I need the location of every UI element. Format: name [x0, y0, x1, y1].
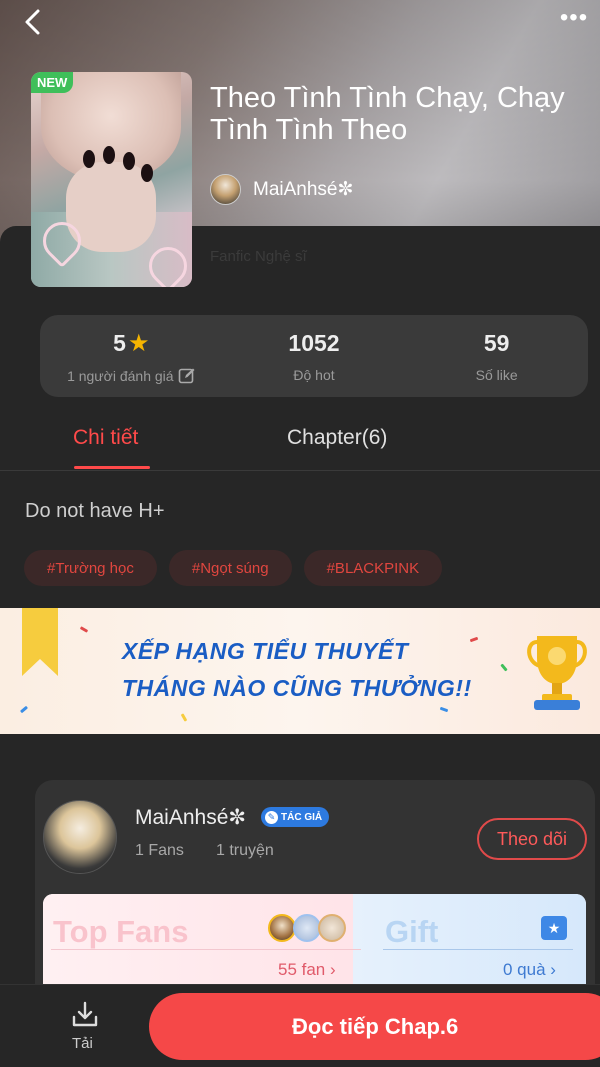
- rating-label: 1 người đánh giá: [67, 368, 174, 384]
- author-card-name[interactable]: MaiAnhsé✼: [135, 805, 246, 830]
- bottom-bar: Tải Đọc tiếp Chap.6: [0, 984, 600, 1067]
- follow-button[interactable]: Theo dõi: [477, 818, 587, 860]
- gift-icon: ★: [541, 916, 567, 940]
- tab-active-indicator: [74, 466, 150, 469]
- hot-label: Độ hot: [293, 367, 335, 383]
- author-avatar: [210, 173, 241, 205]
- tab-bar: Chi tiết Chapter(6): [0, 416, 600, 471]
- ribbon-icon: [22, 608, 58, 676]
- hot-stat: 1052 Độ hot: [223, 315, 406, 397]
- author-badge-label: TÁC GIẢ: [281, 811, 323, 823]
- fan-avatar: [318, 914, 346, 942]
- likes-stat: 59 Số like: [405, 315, 588, 397]
- tag-list: #Trường học #Ngọt súng #BLACKPINK: [24, 550, 443, 586]
- stats-panel: 5 ★ 1 người đánh giá 1052 Độ hot 59 Số li…: [40, 315, 588, 397]
- top-fans-count: 55 fan ›: [278, 960, 336, 979]
- tab-details[interactable]: Chi tiết: [73, 426, 138, 450]
- chevron-left-icon: [25, 9, 40, 35]
- fans-gift-box: Top Fans 55 fan › Gift ★ 0 quà ›: [43, 894, 586, 994]
- story-title: Theo Tình Tình Chạy, Chạy Tình Tình Theo: [210, 82, 565, 146]
- likes-label: Số like: [475, 367, 518, 383]
- edit-icon: [178, 368, 195, 384]
- fan-avatar: [293, 914, 321, 942]
- continue-reading-button[interactable]: Đọc tiếp Chap.6: [149, 993, 600, 1060]
- trophy-icon: [527, 636, 587, 710]
- hot-value: 1052: [288, 329, 340, 356]
- likes-value: 59: [483, 329, 510, 356]
- story-description: Do not have H+: [25, 500, 165, 522]
- download-icon: [72, 1001, 98, 1027]
- author-works-count: 1 truyện: [216, 842, 274, 859]
- star-icon: ★: [127, 329, 150, 357]
- rating-stat[interactable]: 5 ★ 1 người đánh giá: [40, 315, 223, 397]
- author-fans-count: 1 Fans: [135, 842, 184, 859]
- author-badge: ✎ TÁC GIẢ: [261, 807, 330, 827]
- tab-chapters[interactable]: Chapter(6): [287, 426, 387, 450]
- tag-item[interactable]: #BLACKPINK: [303, 550, 443, 586]
- more-horizontal-icon: •••: [559, 4, 589, 31]
- tag-item[interactable]: #Trường học: [24, 550, 157, 586]
- gift-title: Gift: [385, 914, 439, 949]
- top-fans-title: Top Fans: [53, 914, 189, 949]
- ranking-banner[interactable]: XẾP HẠNG TIỂU THUYẾT THÁNG NÀO CŨNG THƯỞ…: [0, 608, 600, 734]
- author-card-avatar[interactable]: [43, 800, 117, 874]
- back-button[interactable]: [18, 6, 50, 38]
- gift-count: 0 quà ›: [503, 960, 556, 979]
- fan-avatar: [268, 914, 296, 942]
- new-badge: NEW: [31, 72, 74, 93]
- chevron-right-icon: ›: [330, 960, 336, 979]
- rating-value: 5: [113, 329, 126, 356]
- banner-headline: XẾP HẠNG TIỂU THUYẾT: [122, 638, 409, 664]
- genre-label: Fanfic Nghệ sĩ: [210, 248, 307, 265]
- tag-item[interactable]: #Ngọt súng: [168, 550, 292, 586]
- chevron-right-icon: ›: [550, 960, 556, 979]
- more-button[interactable]: •••: [554, 6, 594, 32]
- pen-icon: ✎: [265, 810, 278, 824]
- story-cover: [31, 72, 192, 287]
- banner-subline: THÁNG NÀO CŨNG THƯỞNG!!: [122, 675, 472, 701]
- author-link[interactable]: MaiAnhsé✼: [210, 173, 353, 205]
- author-name: MaiAnhsé✼: [253, 178, 354, 200]
- download-label: Tải: [72, 1035, 93, 1052]
